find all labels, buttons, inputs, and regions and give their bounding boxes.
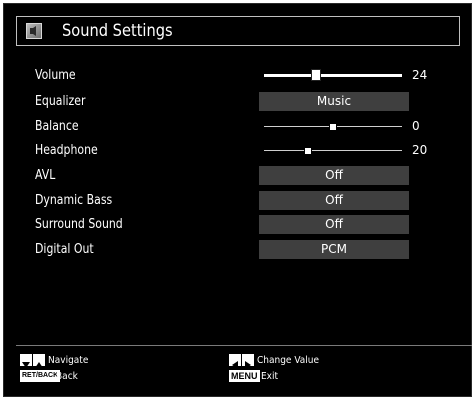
setting-value: 24	[412, 68, 428, 82]
setting-value: 0	[412, 119, 420, 133]
setting-row-avl[interactable]: AVL Off	[4, 166, 471, 186]
setting-value: 20	[412, 143, 428, 157]
setting-label: Surround Sound	[35, 217, 123, 232]
hint-label: Exit	[261, 371, 279, 382]
headphone-slider-track[interactable]	[264, 150, 402, 151]
setting-value-box[interactable]: Off	[259, 166, 409, 185]
balance-slider-knob[interactable]	[329, 123, 337, 131]
setting-value-box[interactable]: PCM	[259, 240, 409, 259]
down-arrow-key-icon	[20, 354, 32, 368]
volume-slider-track[interactable]	[264, 74, 402, 77]
title-bar: Sound Settings	[16, 16, 460, 46]
right-arrow-key-icon	[242, 354, 254, 369]
hint-navigate: Navigate	[20, 354, 140, 368]
setting-row-equalizer[interactable]: Equalizer Music	[4, 92, 471, 112]
setting-label: Headphone	[35, 143, 98, 158]
hint-back: RET/BACK Back	[20, 370, 140, 384]
setting-row-headphone[interactable]: Headphone 20	[4, 141, 471, 161]
page-title: Sound Settings	[62, 21, 173, 41]
up-arrow-key-icon	[33, 354, 45, 368]
setting-label: Balance	[35, 119, 79, 134]
setting-label: AVL	[35, 168, 56, 183]
setting-value-box[interactable]: Off	[259, 215, 409, 234]
setting-row-volume[interactable]: Volume 24	[4, 66, 471, 86]
setting-label: Volume	[35, 68, 76, 83]
hint-exit: MENU Exit	[229, 370, 379, 384]
hint-label: Back	[56, 371, 78, 382]
setting-value-box[interactable]: Music	[259, 92, 409, 111]
setting-row-dynamic-bass[interactable]: Dynamic Bass Off	[4, 191, 471, 211]
ret-back-key-icon: RET/BACK	[20, 370, 61, 382]
setting-value-box[interactable]: Off	[259, 191, 409, 210]
setting-label: Equalizer	[35, 94, 86, 109]
setting-row-digital-out[interactable]: Digital Out PCM	[4, 240, 471, 260]
setting-row-surround-sound[interactable]: Surround Sound Off	[4, 215, 471, 235]
hint-change-value: Change Value	[229, 354, 379, 369]
hint-label: Navigate	[48, 355, 89, 366]
footer-divider	[16, 345, 472, 346]
left-arrow-key-icon	[229, 354, 241, 369]
headphone-slider-knob[interactable]	[304, 147, 313, 155]
hint-label: Change Value	[257, 355, 320, 366]
volume-slider-knob[interactable]	[311, 69, 322, 81]
setting-label: Digital Out	[35, 242, 94, 257]
tv-menu-screen: Sound Settings Volume 24 Equalizer Music…	[3, 3, 472, 397]
setting-row-balance[interactable]: Balance 0	[4, 117, 471, 137]
sound-settings-icon	[26, 23, 42, 39]
menu-key-icon: MENU	[229, 370, 260, 382]
setting-label: Dynamic Bass	[35, 193, 113, 208]
